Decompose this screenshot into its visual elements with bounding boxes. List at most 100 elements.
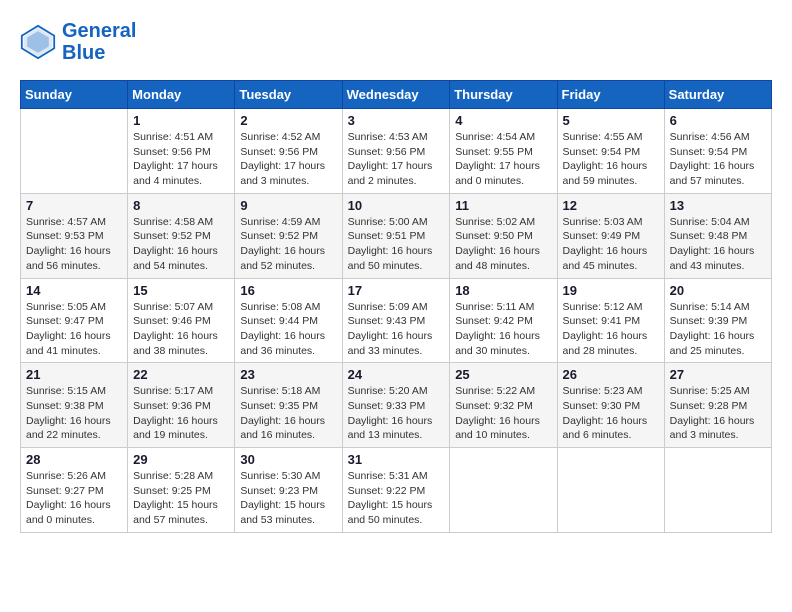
day-info: Sunrise: 4:57 AMSunset: 9:53 PMDaylight:… <box>26 215 122 274</box>
day-number: 21 <box>26 367 122 382</box>
calendar-cell: 1 Sunrise: 4:51 AMSunset: 9:56 PMDaylight… <box>128 109 235 194</box>
day-info: Sunrise: 5:23 AMSunset: 9:30 PMDaylight:… <box>563 384 659 443</box>
day-number: 25 <box>455 367 551 382</box>
day-number: 26 <box>563 367 659 382</box>
day-number: 24 <box>348 367 445 382</box>
day-number: 12 <box>563 198 659 213</box>
calendar-header-tuesday: Tuesday <box>235 81 342 109</box>
day-info: Sunrise: 5:18 AMSunset: 9:35 PMDaylight:… <box>240 384 336 443</box>
day-info: Sunrise: 4:59 AMSunset: 9:52 PMDaylight:… <box>240 215 336 274</box>
day-number: 15 <box>133 283 229 298</box>
day-number: 16 <box>240 283 336 298</box>
logo-text: General Blue <box>62 20 136 64</box>
calendar-cell: 7 Sunrise: 4:57 AMSunset: 9:53 PMDaylight… <box>21 193 128 278</box>
day-number: 28 <box>26 452 122 467</box>
calendar-header-monday: Monday <box>128 81 235 109</box>
calendar-cell: 9 Sunrise: 4:59 AMSunset: 9:52 PMDaylight… <box>235 193 342 278</box>
day-info: Sunrise: 4:54 AMSunset: 9:55 PMDaylight:… <box>455 130 551 189</box>
calendar-cell: 14 Sunrise: 5:05 AMSunset: 9:47 PMDayligh… <box>21 278 128 363</box>
day-info: Sunrise: 4:53 AMSunset: 9:56 PMDaylight:… <box>348 130 445 189</box>
day-info: Sunrise: 5:14 AMSunset: 9:39 PMDaylight:… <box>670 300 766 359</box>
day-info: Sunrise: 5:08 AMSunset: 9:44 PMDaylight:… <box>240 300 336 359</box>
day-number: 23 <box>240 367 336 382</box>
day-info: Sunrise: 5:31 AMSunset: 9:22 PMDaylight:… <box>348 469 445 528</box>
day-number: 22 <box>133 367 229 382</box>
day-info: Sunrise: 5:22 AMSunset: 9:32 PMDaylight:… <box>455 384 551 443</box>
day-number: 17 <box>348 283 445 298</box>
day-info: Sunrise: 5:28 AMSunset: 9:25 PMDaylight:… <box>133 469 229 528</box>
calendar-cell: 30Sunrise: 5:30 AMSunset: 9:23 PMDayligh… <box>235 448 342 533</box>
calendar-cell: 21 Sunrise: 5:15 AMSunset: 9:38 PMDayligh… <box>21 363 128 448</box>
calendar-cell: 2Sunrise: 4:52 AMSunset: 9:56 PMDaylight… <box>235 109 342 194</box>
day-info: Sunrise: 5:15 AMSunset: 9:38 PMDaylight:… <box>26 384 122 443</box>
day-info: Sunrise: 5:09 AMSunset: 9:43 PMDaylight:… <box>348 300 445 359</box>
calendar-cell: 8Sunrise: 4:58 AMSunset: 9:52 PMDaylight… <box>128 193 235 278</box>
logo-icon <box>20 24 56 60</box>
calendar-cell: 12Sunrise: 5:03 AMSunset: 9:49 PMDayligh… <box>557 193 664 278</box>
day-number: 18 <box>455 283 551 298</box>
calendar-week-3: 14 Sunrise: 5:05 AMSunset: 9:47 PMDayligh… <box>21 278 772 363</box>
calendar-week-2: 7 Sunrise: 4:57 AMSunset: 9:53 PMDaylight… <box>21 193 772 278</box>
calendar-header-saturday: Saturday <box>664 81 771 109</box>
day-info: Sunrise: 5:00 AMSunset: 9:51 PMDaylight:… <box>348 215 445 274</box>
calendar-cell: 28Sunrise: 5:26 AMSunset: 9:27 PMDayligh… <box>21 448 128 533</box>
calendar-cell: 26 Sunrise: 5:23 AMSunset: 9:30 PMDayligh… <box>557 363 664 448</box>
calendar-cell: 3 Sunrise: 4:53 AMSunset: 9:56 PMDaylight… <box>342 109 450 194</box>
calendar-cell <box>664 448 771 533</box>
calendar-cell: 24 Sunrise: 5:20 AMSunset: 9:33 PMDayligh… <box>342 363 450 448</box>
calendar-cell: 17 Sunrise: 5:09 AMSunset: 9:43 PMDayligh… <box>342 278 450 363</box>
calendar-cell: 16 Sunrise: 5:08 AMSunset: 9:44 PMDayligh… <box>235 278 342 363</box>
calendar-cell: 4Sunrise: 4:54 AMSunset: 9:55 PMDaylight… <box>450 109 557 194</box>
day-info: Sunrise: 5:05 AMSunset: 9:47 PMDaylight:… <box>26 300 122 359</box>
calendar-cell: 13Sunrise: 5:04 AMSunset: 9:48 PMDayligh… <box>664 193 771 278</box>
calendar-cell: 22 Sunrise: 5:17 AMSunset: 9:36 PMDayligh… <box>128 363 235 448</box>
day-number: 7 <box>26 198 122 213</box>
calendar-cell: 20 Sunrise: 5:14 AMSunset: 9:39 PMDayligh… <box>664 278 771 363</box>
calendar-cell: 31 Sunrise: 5:31 AMSunset: 9:22 PMDayligh… <box>342 448 450 533</box>
calendar-cell: 10 Sunrise: 5:00 AMSunset: 9:51 PMDayligh… <box>342 193 450 278</box>
day-info: Sunrise: 4:56 AMSunset: 9:54 PMDaylight:… <box>670 130 766 189</box>
day-info: Sunrise: 4:52 AMSunset: 9:56 PMDaylight:… <box>240 130 336 189</box>
calendar-cell <box>21 109 128 194</box>
calendar-cell: 11 Sunrise: 5:02 AMSunset: 9:50 PMDayligh… <box>450 193 557 278</box>
day-number: 9 <box>240 198 336 213</box>
calendar-body: 1 Sunrise: 4:51 AMSunset: 9:56 PMDaylight… <box>21 109 772 533</box>
day-number: 31 <box>348 452 445 467</box>
calendar-cell: 6 Sunrise: 4:56 AMSunset: 9:54 PMDaylight… <box>664 109 771 194</box>
calendar-cell: 25 Sunrise: 5:22 AMSunset: 9:32 PMDayligh… <box>450 363 557 448</box>
day-number: 6 <box>670 113 766 128</box>
logo: General Blue <box>20 20 136 64</box>
calendar-header-wednesday: Wednesday <box>342 81 450 109</box>
day-info: Sunrise: 5:20 AMSunset: 9:33 PMDaylight:… <box>348 384 445 443</box>
calendar-cell <box>450 448 557 533</box>
calendar-header-thursday: Thursday <box>450 81 557 109</box>
day-number: 20 <box>670 283 766 298</box>
day-info: Sunrise: 5:12 AMSunset: 9:41 PMDaylight:… <box>563 300 659 359</box>
calendar-cell: 29 Sunrise: 5:28 AMSunset: 9:25 PMDayligh… <box>128 448 235 533</box>
calendar-week-5: 28Sunrise: 5:26 AMSunset: 9:27 PMDayligh… <box>21 448 772 533</box>
day-number: 29 <box>133 452 229 467</box>
page-header: General Blue <box>20 20 772 64</box>
day-number: 3 <box>348 113 445 128</box>
calendar-cell: 19Sunrise: 5:12 AMSunset: 9:41 PMDayligh… <box>557 278 664 363</box>
day-info: Sunrise: 4:55 AMSunset: 9:54 PMDaylight:… <box>563 130 659 189</box>
day-number: 10 <box>348 198 445 213</box>
calendar-table: SundayMondayTuesdayWednesdayThursdayFrid… <box>20 80 772 533</box>
calendar-cell: 18Sunrise: 5:11 AMSunset: 9:42 PMDayligh… <box>450 278 557 363</box>
calendar-header-row: SundayMondayTuesdayWednesdayThursdayFrid… <box>21 81 772 109</box>
day-info: Sunrise: 4:51 AMSunset: 9:56 PMDaylight:… <box>133 130 229 189</box>
day-info: Sunrise: 5:04 AMSunset: 9:48 PMDaylight:… <box>670 215 766 274</box>
calendar-cell: 15 Sunrise: 5:07 AMSunset: 9:46 PMDayligh… <box>128 278 235 363</box>
day-number: 1 <box>133 113 229 128</box>
day-info: Sunrise: 5:02 AMSunset: 9:50 PMDaylight:… <box>455 215 551 274</box>
day-number: 5 <box>563 113 659 128</box>
calendar-header-sunday: Sunday <box>21 81 128 109</box>
day-number: 14 <box>26 283 122 298</box>
calendar-week-1: 1 Sunrise: 4:51 AMSunset: 9:56 PMDaylight… <box>21 109 772 194</box>
calendar-header-friday: Friday <box>557 81 664 109</box>
calendar-week-4: 21 Sunrise: 5:15 AMSunset: 9:38 PMDayligh… <box>21 363 772 448</box>
calendar-cell <box>557 448 664 533</box>
day-info: Sunrise: 5:07 AMSunset: 9:46 PMDaylight:… <box>133 300 229 359</box>
day-number: 11 <box>455 198 551 213</box>
day-info: Sunrise: 5:17 AMSunset: 9:36 PMDaylight:… <box>133 384 229 443</box>
